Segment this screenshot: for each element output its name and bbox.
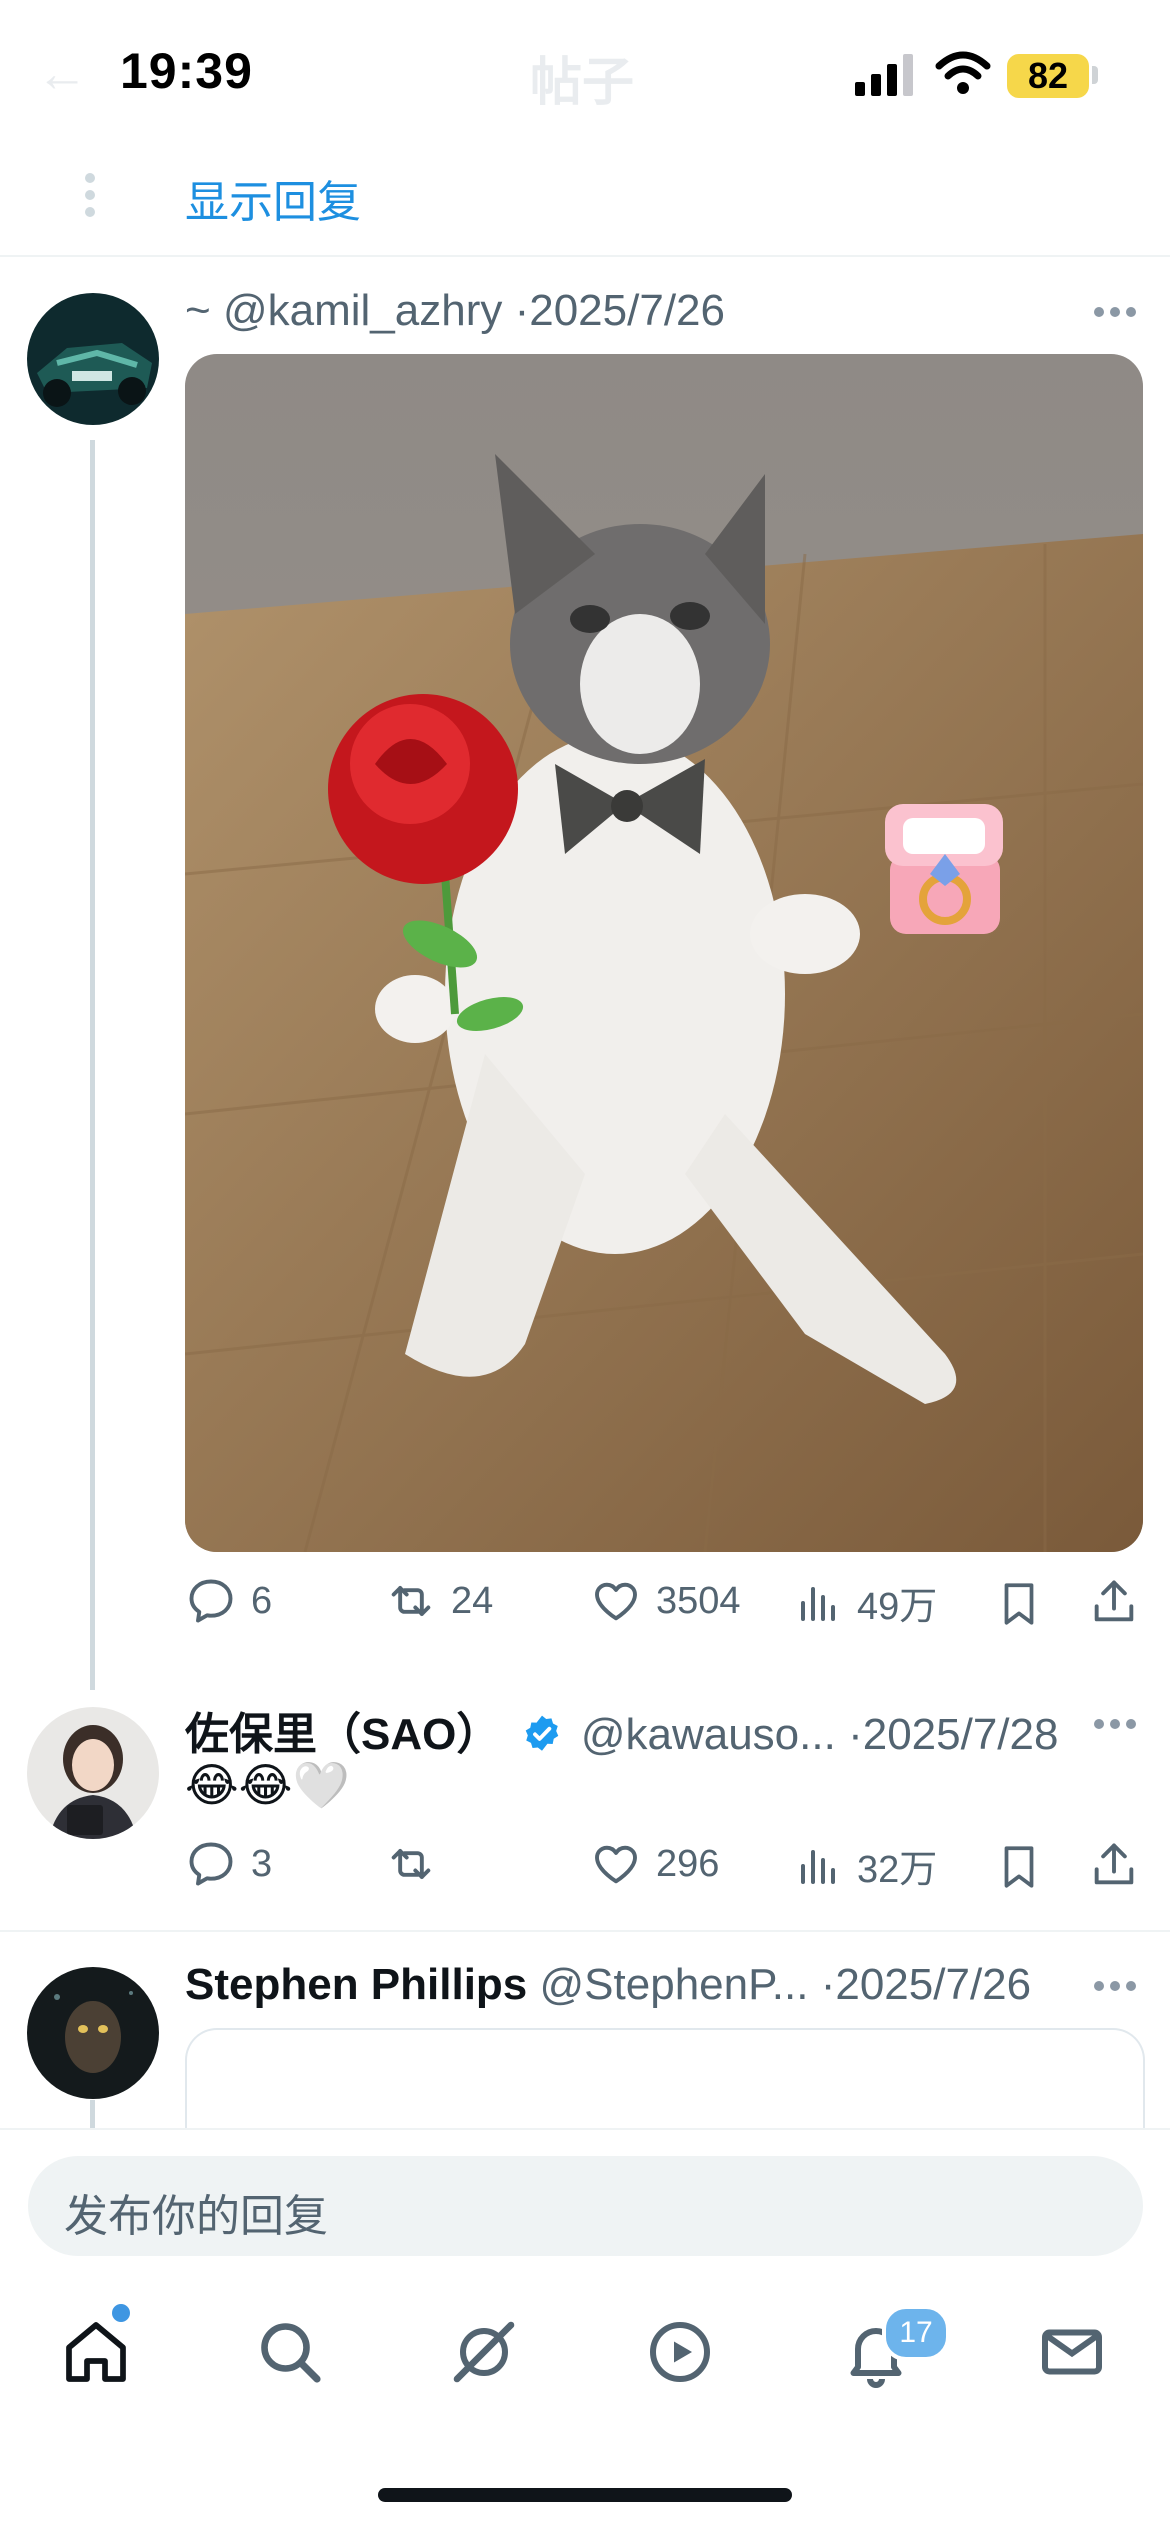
divider [0,255,1170,257]
views-chart-icon [801,1586,835,1621]
reply-icon [189,1579,233,1623]
views-chart-icon [801,1849,835,1884]
tweet-date[interactable]: 2025/7/28 [863,1710,1059,1759]
thread-line [90,440,95,1690]
tweet-date[interactable]: 2025/7/26 [529,286,725,335]
author-name[interactable]: Stephen Phillips [185,1960,527,2009]
avatar[interactable] [27,1707,159,1839]
reply-count: 3 [251,1842,273,1885]
tweet-header: 佐保里（SAO） @kawauso... ·2025/7/28 [185,1698,1058,1762]
retweet-button[interactable]: 24 [385,1575,493,1627]
mail-icon[interactable] [1036,2316,1108,2388]
author-name[interactable]: 佐保里（SAO） [185,1710,500,1759]
video-icon[interactable] [644,2316,716,2388]
retweet-button[interactable] [385,1838,451,1890]
author-handle[interactable]: @kawauso... [581,1710,836,1759]
share-icon[interactable] [1088,1575,1140,1629]
battery-level: 82 [1007,54,1089,98]
tweet-header: ~ @kamil_azhry ·2025/7/26 [185,286,725,336]
views-count: 49万 [857,1586,938,1628]
more-options-icon[interactable] [1093,1718,1137,1730]
tweet-header: Stephen Phillips @StephenP... ·2025/7/26 [185,1960,1031,2010]
wifi-icon [935,51,991,94]
verified-badge-icon [525,1715,558,1751]
bookmark-icon[interactable] [994,1578,1044,1630]
new-posts-dot [112,2304,130,2322]
retweet-count: 24 [451,1579,494,1622]
reply-placeholder: 发布你的回复 [64,2192,328,2241]
tweet-date[interactable]: 2025/7/26 [835,1960,1031,2009]
like-count: 3504 [656,1579,741,1622]
home-indicator[interactable] [378,2488,792,2502]
show-replies-link[interactable]: 显示回复 [185,166,361,230]
tweet-image[interactable] [185,354,1143,1552]
status-time: 19:39 [120,43,253,99]
dot-separator: · [848,1710,863,1759]
dot-separator: · [820,1960,836,2009]
reply-button[interactable]: 6 [185,1575,272,1627]
like-button[interactable]: 296 [590,1838,719,1890]
dot-separator: · [514,286,530,335]
reply-icon [189,1842,233,1886]
battery-tip [1092,66,1098,84]
more-options-icon[interactable] [1093,1980,1137,1992]
author-handle[interactable]: @kamil_azhry [223,286,502,335]
tweet-text: 😂😂🤍 [185,1759,350,1811]
author-name[interactable]: ~ [185,286,211,335]
views-button[interactable]: 32万 [795,1838,937,1893]
back-arrow-icon[interactable]: ← [36,44,88,104]
more-options-icon[interactable] [1093,306,1137,318]
home-icon[interactable] [60,2316,132,2388]
avatar[interactable] [27,293,159,425]
notifications-badge: 17 [882,2305,950,2361]
page-title: 帖子 [530,54,635,112]
like-button[interactable]: 3504 [590,1575,741,1627]
retweet-icon [391,1586,431,1616]
reply-button[interactable]: 3 [185,1838,272,1890]
cellular-signal-icon [855,54,913,96]
retweet-icon [391,1849,431,1879]
heart-icon [595,1582,637,1621]
author-handle[interactable]: @StephenP... [540,1960,809,2009]
reply-count: 6 [251,1579,273,1622]
grok-icon[interactable] [448,2316,520,2388]
views-button[interactable]: 49万 [795,1575,937,1630]
bookmark-icon[interactable] [994,1841,1044,1893]
share-icon[interactable] [1088,1838,1140,1892]
divider [0,2128,1170,2130]
more-vertical-icon [85,173,95,217]
views-count: 32万 [857,1849,938,1891]
search-icon[interactable] [254,2316,326,2388]
divider [0,1930,1170,1932]
avatar[interactable] [27,1967,159,2099]
like-count: 296 [656,1842,720,1885]
heart-icon [595,1845,637,1884]
